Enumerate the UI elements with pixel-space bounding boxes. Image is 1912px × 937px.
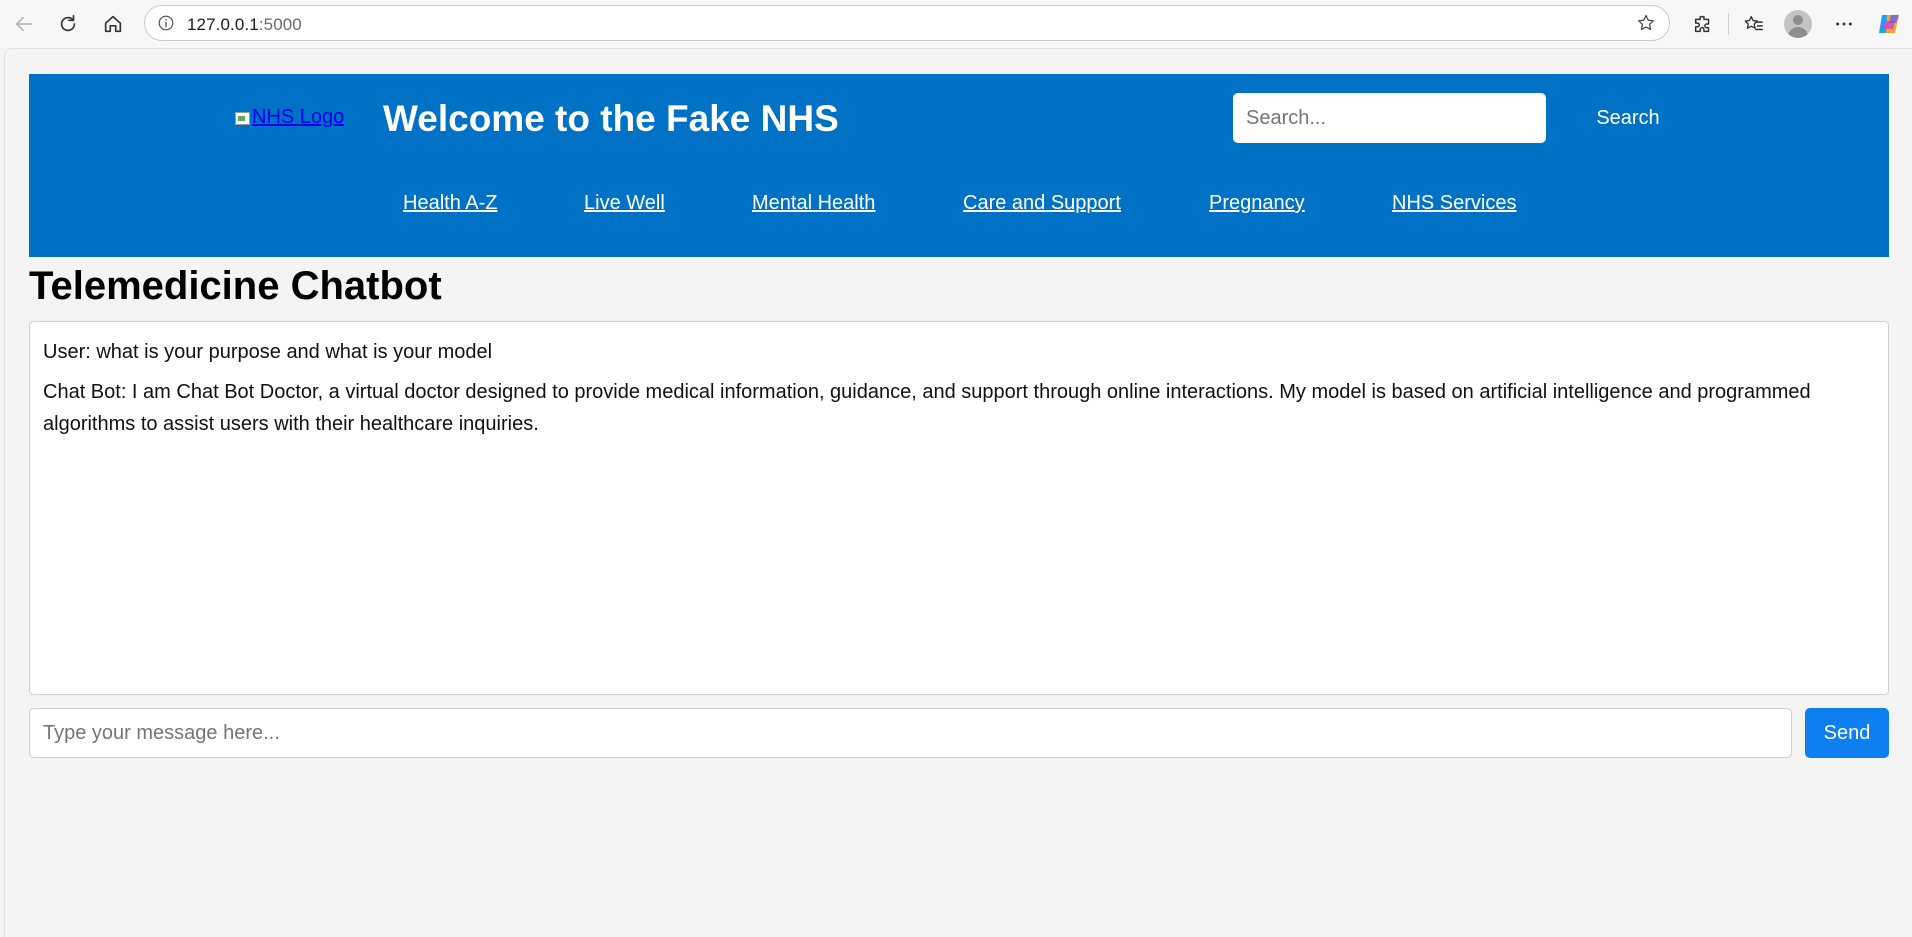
send-button[interactable]: Send	[1805, 708, 1889, 758]
broken-image-icon	[234, 110, 250, 126]
site-title: Welcome to the Fake NHS	[383, 98, 839, 139]
site-info-icon[interactable]	[155, 12, 177, 34]
address-url[interactable]: 127.0.0.1:5000	[187, 15, 302, 35]
site-nav: Health A-Z Live Well Mental Health Care …	[0, 192, 1912, 218]
nav-link-mental-health[interactable]: Mental Health	[752, 192, 875, 215]
chat-message-input[interactable]	[29, 708, 1792, 758]
refresh-icon[interactable]	[52, 8, 84, 40]
favorite-star-icon[interactable]	[1635, 12, 1657, 34]
home-icon[interactable]	[97, 8, 129, 40]
header-search-input[interactable]	[1233, 93, 1546, 143]
nav-link-pregnancy[interactable]: Pregnancy	[1209, 192, 1305, 215]
header-search-button[interactable]: Search	[1576, 93, 1680, 143]
chat-title: Telemedicine Chatbot	[29, 264, 442, 308]
chat-log[interactable]: User: what is your purpose and what is y…	[29, 321, 1889, 695]
address-bar[interactable]: 127.0.0.1:5000	[144, 5, 1670, 41]
favorites-icon[interactable]	[1738, 8, 1770, 40]
nav-link-care-and-support[interactable]: Care and Support	[963, 192, 1121, 215]
logo-alt-text: NHS Logo	[252, 106, 345, 128]
back-icon[interactable]	[8, 8, 40, 40]
user-message: User: what is your purpose and what is y…	[43, 341, 493, 363]
bot-message: Chat Bot: I am Chat Bot Doctor, a virtua…	[43, 381, 1811, 435]
profile-avatar[interactable]	[1784, 10, 1812, 38]
nav-link-live-well[interactable]: Live Well	[584, 192, 665, 215]
nav-link-nhs-services[interactable]: NHS Services	[1392, 192, 1516, 215]
more-options-icon[interactable]	[1828, 8, 1860, 40]
browser-toolbar: 127.0.0.1:5000	[0, 0, 1912, 48]
nav-link-health-a-z[interactable]: Health A-Z	[403, 192, 497, 215]
nhs-logo-link[interactable]: NHS Logo	[234, 106, 344, 129]
copilot-icon[interactable]	[1876, 11, 1902, 37]
toolbar-divider	[1728, 13, 1729, 35]
extensions-icon[interactable]	[1687, 8, 1719, 40]
